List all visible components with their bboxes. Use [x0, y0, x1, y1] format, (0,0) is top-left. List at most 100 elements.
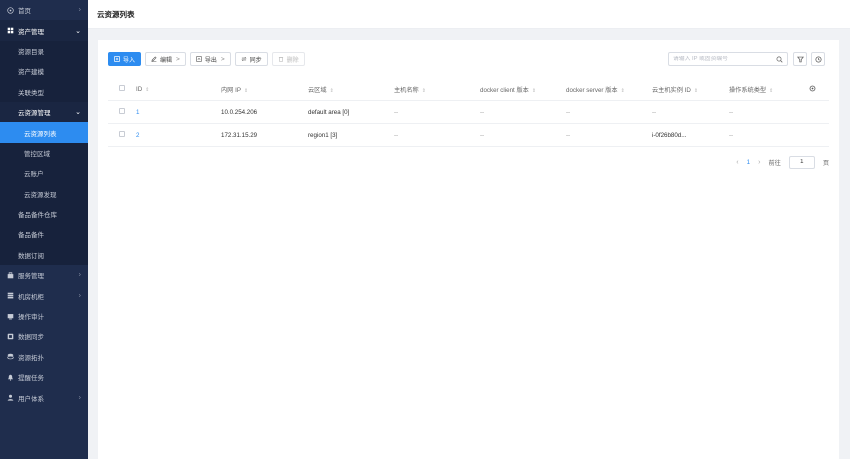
- row-id-link[interactable]: 2: [136, 132, 139, 139]
- sidebar-item-spare-warehouse[interactable]: 备品备件仓库: [0, 204, 88, 224]
- delete-button[interactable]: 删除: [271, 52, 305, 66]
- sidebar-item-label: 云资源发现: [24, 191, 57, 199]
- sidebar-item-label: 备品备件: [18, 232, 44, 240]
- column-header-id[interactable]: ID ⇕: [136, 86, 149, 93]
- chevron-right-icon: ›: [78, 292, 81, 300]
- sort-icon: ⇕: [243, 87, 249, 94]
- row-id-link[interactable]: 1: [136, 109, 139, 116]
- column-header-ip[interactable]: 内网 IP ⇕: [221, 85, 248, 94]
- sort-icon: ⇕: [693, 87, 699, 94]
- column-header-os-type[interactable]: 操作系统类型 ⇕: [729, 85, 773, 94]
- filter-icon: [796, 56, 804, 62]
- sidebar-item-user-system[interactable]: 用户体系 ›: [0, 387, 88, 407]
- sidebar: 首页 › 资产管理 ⌄ 资源目录 资产建模 关联类型 云资源管理 ⌄ 云资源列表…: [0, 0, 88, 459]
- sidebar-item-home[interactable]: 首页 ›: [0, 0, 88, 20]
- row-region: region1 [3]: [308, 131, 338, 139]
- search-icon[interactable]: [776, 56, 783, 63]
- page-number-1[interactable]: 1: [747, 159, 750, 166]
- topology-icon: [6, 353, 14, 361]
- import-button[interactable]: 导入: [108, 52, 142, 66]
- sidebar-item-cloud-resource-management[interactable]: 云资源管理 ⌄: [0, 101, 88, 123]
- asset-submenu: 资源目录 资产建模 关联类型 云资源管理 ⌄ 云资源列表 管控区域 云账户 云资…: [0, 40, 88, 266]
- column-header-docker-client[interactable]: docker client 版本 ⇕: [480, 85, 536, 94]
- content-card: 导入 编辑 > 导出 > 同步 删除 请输入 IP 或固资编号 ID ⇕ 内网 …: [98, 40, 839, 459]
- row-docker-server: --: [566, 108, 571, 116]
- service-icon: [6, 271, 14, 279]
- sidebar-item-topology[interactable]: 资源拓扑: [0, 347, 88, 367]
- sort-icon: ⇕: [421, 87, 426, 94]
- home-icon: [6, 6, 14, 14]
- table-row[interactable]: 1 10.0.254.206 default area [0] -- -- --…: [108, 101, 829, 124]
- export-label: 导出: [204, 57, 217, 64]
- sync-icon: [6, 332, 14, 340]
- sidebar-item-cloud-discovery[interactable]: 云资源发现: [0, 184, 88, 204]
- row-docker-client: --: [480, 131, 485, 139]
- sidebar-item-data-subscription[interactable]: 数据订阅: [0, 245, 88, 265]
- search-input[interactable]: [673, 56, 773, 62]
- row-checkbox[interactable]: [119, 131, 125, 139]
- column-header-docker-server[interactable]: docker server 版本 ⇕: [566, 85, 625, 94]
- cloud-submenu: 云资源列表 管控区域 云账户 云资源发现: [0, 122, 88, 204]
- table-row[interactable]: 2 172.31.15.29 region1 [3] -- -- -- i-0f…: [108, 124, 829, 147]
- chevron-down-icon: ⌄: [75, 27, 81, 35]
- page-header: 云资源列表: [88, 0, 850, 29]
- row-ip: 172.31.15.29: [221, 131, 258, 139]
- history-button[interactable]: [811, 52, 825, 66]
- user-icon: [6, 394, 14, 402]
- row-hostname: --: [394, 108, 399, 116]
- sync-label: 同步: [249, 57, 262, 64]
- sidebar-item-asset-modeling[interactable]: 资产建模: [0, 61, 88, 81]
- goto-label: 前往: [768, 159, 781, 167]
- column-header-hostname[interactable]: 主机名称 ⇕: [394, 85, 426, 94]
- sidebar-item-label: 关联类型: [18, 89, 44, 97]
- sidebar-item-label: 服务管理: [18, 273, 44, 281]
- row-checkbox[interactable]: [119, 108, 125, 116]
- edit-label: 编辑: [160, 57, 173, 64]
- sidebar-item-resource-catalog[interactable]: 资源目录: [0, 41, 88, 61]
- next-page-button[interactable]: ›: [758, 159, 760, 166]
- sidebar-item-asset-management[interactable]: 资产管理 ⌄: [0, 20, 88, 41]
- sidebar-item-cloud-account[interactable]: 云账户: [0, 163, 88, 183]
- sort-icon: ⇕: [769, 87, 774, 94]
- sidebar-item-label: 云资源列表: [24, 130, 57, 138]
- sidebar-item-relation-type[interactable]: 关联类型: [0, 82, 88, 102]
- sidebar-item-label: 数据订阅: [18, 252, 44, 260]
- chevron-right-icon: ›: [78, 271, 81, 279]
- sidebar-item-server-room[interactable]: 机房机柜 ›: [0, 285, 88, 305]
- filter-button[interactable]: [793, 52, 807, 66]
- sidebar-item-label: 云账户: [24, 171, 44, 179]
- sidebar-item-label: 云资源管理: [18, 110, 51, 118]
- sidebar-item-label: 机房机柜: [18, 293, 44, 301]
- column-header-region[interactable]: 云区域 ⇕: [308, 85, 334, 94]
- import-label: 导入: [123, 57, 136, 64]
- sort-icon: ⇕: [145, 86, 150, 93]
- page-unit-label: 页: [822, 159, 829, 167]
- sidebar-item-label: 资源拓扑: [18, 354, 44, 362]
- column-settings-gear-icon[interactable]: [809, 85, 816, 94]
- prev-page-button[interactable]: ‹: [736, 159, 738, 166]
- audit-icon: [6, 312, 14, 320]
- row-os-type: --: [729, 108, 734, 116]
- sidebar-item-label: 管控区域: [24, 150, 50, 158]
- sidebar-item-label: 备品备件仓库: [18, 212, 57, 220]
- sidebar-item-audit[interactable]: 操作审计: [0, 306, 88, 326]
- row-hostname: --: [394, 131, 399, 139]
- sidebar-item-spare-parts[interactable]: 备品备件: [0, 224, 88, 244]
- search-box: [668, 52, 788, 66]
- history-icon: [814, 55, 822, 63]
- sidebar-item-label: 首页: [18, 8, 31, 16]
- sidebar-item-reminders[interactable]: 提醒任务: [0, 367, 88, 387]
- sidebar-item-service-management[interactable]: 服务管理 ›: [0, 265, 88, 285]
- sync-arrows-icon: [241, 56, 247, 62]
- edit-button[interactable]: 编辑 >: [145, 52, 186, 66]
- sync-button[interactable]: 同步: [234, 52, 268, 66]
- sidebar-item-data-sync[interactable]: 数据同步: [0, 326, 88, 346]
- goto-page-input[interactable]: [788, 155, 815, 169]
- column-header-instance-id[interactable]: 云主机实例 ID ⇕: [652, 85, 698, 94]
- select-all-checkbox[interactable]: [119, 85, 125, 93]
- sidebar-item-control-area[interactable]: 管控区域: [0, 143, 88, 163]
- sidebar-item-label: 资源目录: [18, 48, 44, 56]
- page-title: 云资源列表: [97, 9, 135, 19]
- export-button[interactable]: 导出 >: [189, 52, 231, 66]
- sidebar-item-cloud-resource-list[interactable]: 云资源列表: [0, 122, 88, 143]
